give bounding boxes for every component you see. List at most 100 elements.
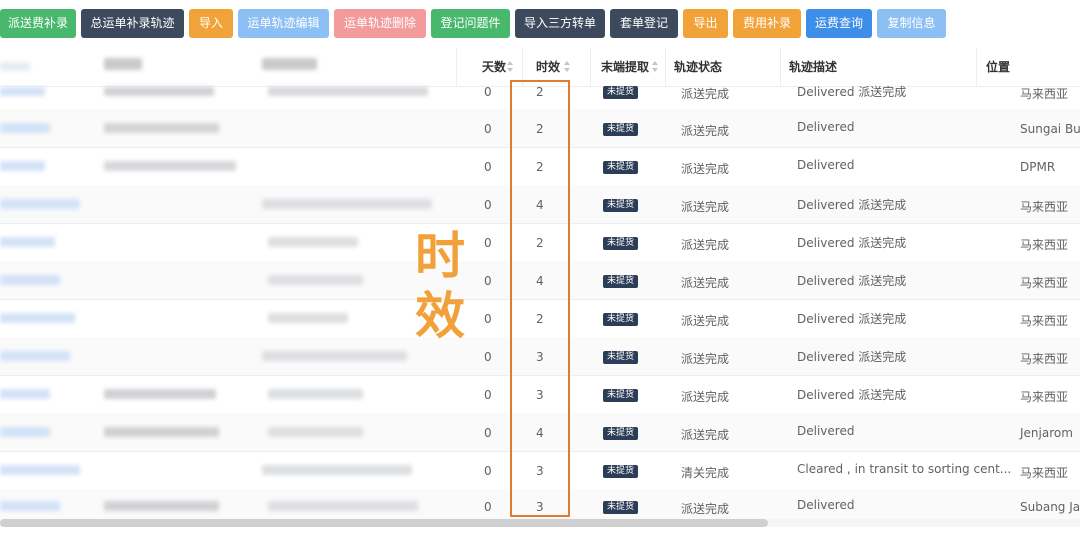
blurred-cell (268, 275, 363, 285)
location-cell: DPMR (1020, 160, 1056, 174)
blurred-header (262, 58, 317, 70)
copy-info-button[interactable]: 复制信息 (877, 9, 946, 38)
days-cell: 0 (484, 122, 492, 136)
annotation-char-2: 效 (415, 287, 465, 345)
track-desc-cell: Cleared , in transit to sorting cent... (797, 462, 1012, 476)
blurred-header (0, 62, 30, 71)
track-desc-cell: Delivered 派送完成 (797, 85, 907, 99)
blurred-cell (0, 465, 80, 475)
track-delete-button[interactable]: 运单轨迹删除 (334, 9, 426, 38)
status-badge: 未提货 (603, 161, 639, 174)
status-badge: 未提货 (603, 351, 639, 364)
track-status-cell: 派送完成 (681, 87, 730, 101)
days-cell: 0 (484, 85, 492, 99)
days-cell: 0 (484, 500, 492, 514)
blurred-cell (104, 123, 219, 133)
track-status-cell: 派送完成 (681, 124, 730, 138)
set-register-button[interactable]: 套单登记 (610, 9, 678, 38)
location-cell: 马来西亚 (1020, 314, 1069, 328)
blurred-cell (0, 313, 75, 323)
location-cell: Sungai Bul (1020, 122, 1080, 136)
fee-entry-button[interactable]: 费用补录 (733, 9, 801, 38)
track-edit-button[interactable]: 运单轨迹编辑 (238, 9, 329, 38)
track-desc-cell: Delivered (797, 424, 855, 438)
track-desc-cell: Delivered 派送完成 (797, 198, 907, 212)
location-cell: 马来西亚 (1020, 276, 1069, 290)
track-desc-cell: Delivered 派送完成 (797, 388, 907, 402)
blurred-cell (0, 389, 50, 399)
aging-column-highlight-box (510, 80, 570, 517)
blurred-cell (268, 313, 348, 323)
status-badge: 未提货 (603, 199, 639, 212)
master-waybill-track-button[interactable]: 总运单补录轨迹 (81, 9, 184, 38)
status-badge: 未提货 (603, 501, 639, 514)
location-cell: 马来西亚 (1020, 466, 1069, 480)
blurred-cell (0, 87, 45, 96)
days-cell: 0 (484, 274, 492, 288)
location-cell: 马来西亚 (1020, 238, 1069, 252)
track-status-cell: 派送完成 (681, 390, 730, 404)
import-button[interactable]: 导入 (189, 9, 233, 38)
track-status-cell: 派送完成 (681, 238, 730, 252)
annotation-char-1: 时 (415, 227, 465, 285)
track-status-cell: 清关完成 (681, 466, 730, 480)
days-cell: 0 (484, 388, 492, 402)
blurred-cell (268, 427, 363, 437)
days-cell: 0 (484, 350, 492, 364)
blurred-cell (262, 199, 432, 209)
import-third-party-button[interactable]: 导入三方转单 (515, 9, 605, 38)
days-cell: 0 (484, 236, 492, 250)
blurred-cell (268, 237, 358, 247)
blurred-cell (0, 351, 70, 361)
days-cell: 0 (484, 160, 492, 174)
location-cell: 马来西亚 (1020, 87, 1069, 101)
blurred-cell (0, 237, 55, 247)
days-cell: 0 (484, 312, 492, 326)
blurred-cell (0, 161, 45, 171)
export-button[interactable]: 导出 (683, 9, 728, 38)
status-badge: 未提货 (603, 275, 639, 288)
delivery-fee-entry-button[interactable]: 派送费补录 (0, 9, 76, 38)
status-badge: 未提货 (603, 237, 639, 250)
blurred-header (104, 58, 142, 70)
track-desc-cell: Delivered (797, 498, 855, 512)
track-desc-cell: Delivered 派送完成 (797, 274, 907, 288)
track-desc-cell: Delivered 派送完成 (797, 350, 907, 364)
location-cell: 马来西亚 (1020, 200, 1069, 214)
track-status-cell: 派送完成 (681, 352, 730, 366)
blurred-cell (0, 123, 50, 133)
track-status-cell: 派送完成 (681, 314, 730, 328)
status-badge: 未提货 (603, 465, 639, 478)
status-badge: 未提货 (603, 427, 639, 440)
location-cell: 马来西亚 (1020, 352, 1069, 366)
days-cell: 0 (484, 426, 492, 440)
blurred-cell (262, 465, 412, 475)
horizontal-scrollbar-thumb[interactable] (0, 519, 768, 527)
toolbar: 派送费补录 总运单补录轨迹 导入 运单轨迹编辑 运单轨迹删除 登记问题件 导入三… (0, 0, 1080, 48)
register-problem-button[interactable]: 登记问题件 (431, 9, 510, 38)
track-status-cell: 派送完成 (681, 276, 730, 290)
status-badge: 未提货 (603, 313, 639, 326)
blurred-cell (104, 161, 236, 171)
track-desc-cell: Delivered 派送完成 (797, 236, 907, 250)
freight-query-button[interactable]: 运费查询 (806, 9, 872, 38)
track-status-cell: 派送完成 (681, 428, 730, 442)
blurred-cell (104, 87, 214, 96)
location-cell: Subang Ja (1020, 500, 1080, 514)
location-cell: 马来西亚 (1020, 390, 1069, 404)
blurred-cell (268, 501, 418, 511)
location-cell: Jenjarom (1020, 426, 1073, 440)
blurred-cell (0, 427, 50, 437)
blurred-cell (268, 389, 363, 399)
blurred-cell (0, 501, 60, 511)
blurred-cell (0, 199, 80, 209)
blurred-cell (268, 87, 428, 96)
blurred-cell (104, 389, 216, 399)
status-badge: 未提货 (603, 123, 639, 136)
blurred-cell (104, 427, 219, 437)
blurred-cell (262, 351, 407, 361)
days-cell: 0 (484, 198, 492, 212)
blurred-cell (0, 275, 60, 285)
track-desc-cell: Delivered (797, 120, 855, 134)
days-cell: 0 (484, 464, 492, 478)
